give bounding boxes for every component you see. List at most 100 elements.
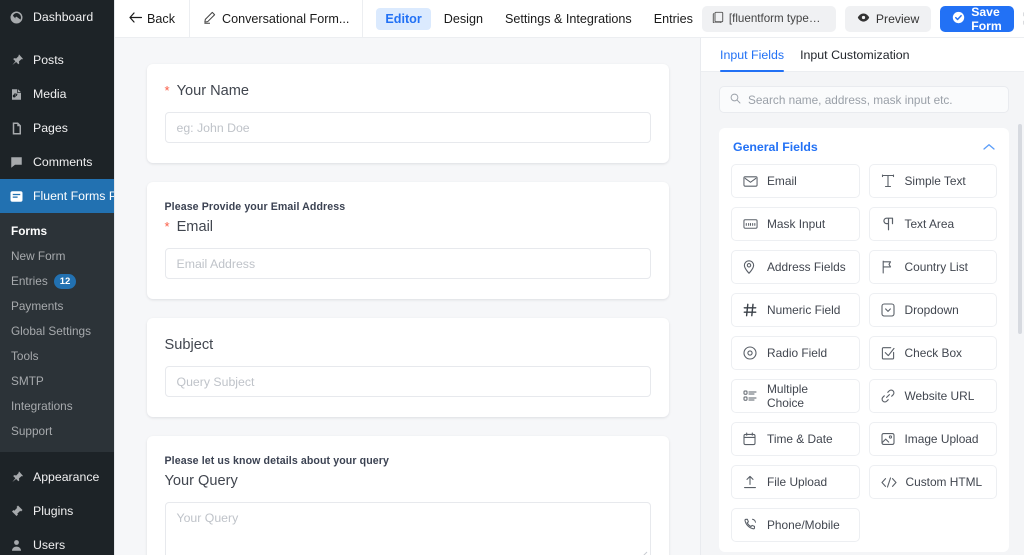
submenu-item-global-settings[interactable]: Global Settings: [0, 319, 114, 344]
envelope-icon: [743, 175, 758, 188]
editor-tabs: Editor Design Settings & Integrations En…: [363, 0, 702, 37]
tab-input-customization[interactable]: Input Customization: [800, 38, 910, 71]
calendar-icon: [743, 432, 758, 446]
tab-settings-integrations[interactable]: Settings & Integrations: [496, 8, 641, 30]
shortcode-copy-button[interactable]: [fluentform type="c...: [702, 6, 836, 32]
chevron-up-icon[interactable]: [983, 140, 995, 154]
general-fields-header[interactable]: General Fields: [719, 128, 1009, 164]
submenu-label: New Form: [11, 248, 65, 265]
tab-design[interactable]: Design: [435, 8, 492, 30]
preview-label: Preview: [876, 12, 919, 26]
tab-entries[interactable]: Entries: [645, 8, 702, 30]
submenu-item-forms[interactable]: Forms: [0, 219, 114, 244]
sidebar-item-posts[interactable]: Posts: [0, 43, 114, 77]
your-query-textarea[interactable]: Your Query: [165, 502, 651, 555]
submenu-item-support[interactable]: Support: [0, 419, 114, 444]
email-input[interactable]: Email Address: [165, 248, 651, 279]
form-field-card-subject[interactable]: Subject Query Subject: [147, 318, 669, 417]
field-button-radio-field[interactable]: Radio Field: [731, 336, 860, 370]
sidebar-item-media[interactable]: Media: [0, 77, 114, 111]
tab-label: Settings & Integrations: [505, 12, 632, 26]
code-icon: [881, 477, 897, 488]
field-button-text-area[interactable]: Text Area: [869, 207, 998, 241]
sidebar-item-appearance[interactable]: Appearance: [0, 460, 114, 494]
preview-button[interactable]: Preview: [845, 6, 931, 32]
field-button-email[interactable]: Email: [731, 164, 860, 198]
field-button-dropdown[interactable]: Dropdown: [869, 293, 998, 327]
field-label: Image Upload: [905, 432, 979, 446]
submenu-item-tools[interactable]: Tools: [0, 344, 114, 369]
field-button-address-fields[interactable]: Address Fields: [731, 250, 860, 284]
field-button-phone-mobile[interactable]: Phone/Mobile: [731, 508, 860, 542]
field-button-check-box[interactable]: Check Box: [869, 336, 998, 370]
field-label: Text Area: [905, 217, 955, 231]
field-button-file-upload[interactable]: File Upload: [731, 465, 860, 499]
tab-input-fields[interactable]: Input Fields: [720, 38, 784, 71]
sidebar-item-dashboard[interactable]: Dashboard: [0, 0, 114, 34]
resize-grip-icon[interactable]: [639, 548, 648, 555]
input-placeholder: eg: John Doe: [177, 121, 250, 135]
editor-body: * Your Name eg: John Doe Please Provide …: [115, 38, 1024, 555]
submenu-label: Support: [11, 423, 52, 440]
field-label: Time & Date: [767, 432, 833, 446]
your-name-input[interactable]: eg: John Doe: [165, 112, 651, 143]
input-placeholder: Query Subject: [177, 375, 255, 389]
arrow-left-icon: [129, 12, 142, 26]
field-button-mask-input[interactable]: Mask Input: [731, 207, 860, 241]
panel-scrollbar[interactable]: [1018, 124, 1022, 334]
back-button[interactable]: Back: [115, 0, 190, 37]
sidebar-item-plugins[interactable]: Plugins: [0, 494, 114, 528]
submenu-item-smtp[interactable]: SMTP: [0, 369, 114, 394]
sidebar-item-users[interactable]: Users: [0, 528, 114, 555]
sidebar-label: Appearance: [33, 470, 99, 484]
form-title[interactable]: Conversational Form...: [190, 0, 363, 37]
shortcode-text: [fluentform type="c...: [729, 12, 826, 25]
search-placeholder: Search name, address, mask input etc.: [748, 93, 953, 107]
form-field-card-your-name[interactable]: * Your Name eg: John Doe: [147, 64, 669, 163]
field-label-text: Your Query: [165, 473, 238, 489]
field-label-text: Your Name: [177, 83, 249, 99]
field-help-text: Please let us know details about your qu…: [165, 455, 651, 467]
search-input[interactable]: Search name, address, mask input etc.: [719, 86, 1009, 113]
field-button-custom-html[interactable]: Custom HTML: [869, 465, 998, 499]
submenu-item-payments[interactable]: Payments: [0, 294, 114, 319]
sidebar-item-fluent-forms-pro[interactable]: Fluent Forms Pro: [0, 179, 114, 213]
form-field-card-email[interactable]: Please Provide your Email Address * Emai…: [147, 182, 669, 299]
sidebar-label: Users: [33, 538, 65, 552]
comments-icon: [7, 153, 26, 172]
sidebar-item-pages[interactable]: Pages: [0, 111, 114, 145]
dashboard-icon: [7, 8, 26, 27]
submenu-item-entries[interactable]: Entries 12: [0, 269, 114, 294]
field-button-numeric-field[interactable]: Numeric Field: [731, 293, 860, 327]
field-button-country-list[interactable]: Country List: [869, 250, 998, 284]
submenu-item-new-form[interactable]: New Form: [0, 244, 114, 269]
field-button-multiple-choice[interactable]: Multiple Choice: [731, 379, 860, 413]
pages-icon: [7, 119, 26, 138]
sidebar-item-comments[interactable]: Comments: [0, 145, 114, 179]
upload-icon: [743, 475, 758, 489]
field-button-image-upload[interactable]: Image Upload: [869, 422, 998, 456]
field-label: Dropdown: [905, 303, 959, 317]
dropdown-icon: [881, 303, 896, 317]
field-button-simple-text[interactable]: Simple Text: [869, 164, 998, 198]
image-icon: [881, 432, 896, 446]
field-buttons-grid: Email Simple Text Mask Input: [719, 164, 1009, 542]
text-icon: [881, 174, 896, 188]
checkbox-icon: [881, 346, 896, 360]
appearance-icon: [7, 468, 26, 487]
form-title-text: Conversational Form...: [222, 12, 349, 26]
save-form-button[interactable]: Save Form: [940, 6, 1013, 32]
field-label: Radio Field: [767, 346, 827, 360]
hash-icon: [743, 303, 758, 317]
flag-icon: [881, 260, 896, 274]
subject-input[interactable]: Query Subject: [165, 366, 651, 397]
tab-editor[interactable]: Editor: [376, 8, 430, 30]
submenu-item-integrations[interactable]: Integrations: [0, 394, 114, 419]
field-label: Numeric Field: [767, 303, 840, 317]
form-field-card-your-query[interactable]: Please let us know details about your qu…: [147, 436, 669, 555]
sidebar-label: Dashboard: [33, 10, 93, 24]
field-button-website-url[interactable]: Website URL: [869, 379, 998, 413]
field-label-text: Email: [177, 219, 214, 235]
input-placeholder: Your Query: [177, 511, 239, 525]
field-button-time-and-date[interactable]: Time & Date: [731, 422, 860, 456]
